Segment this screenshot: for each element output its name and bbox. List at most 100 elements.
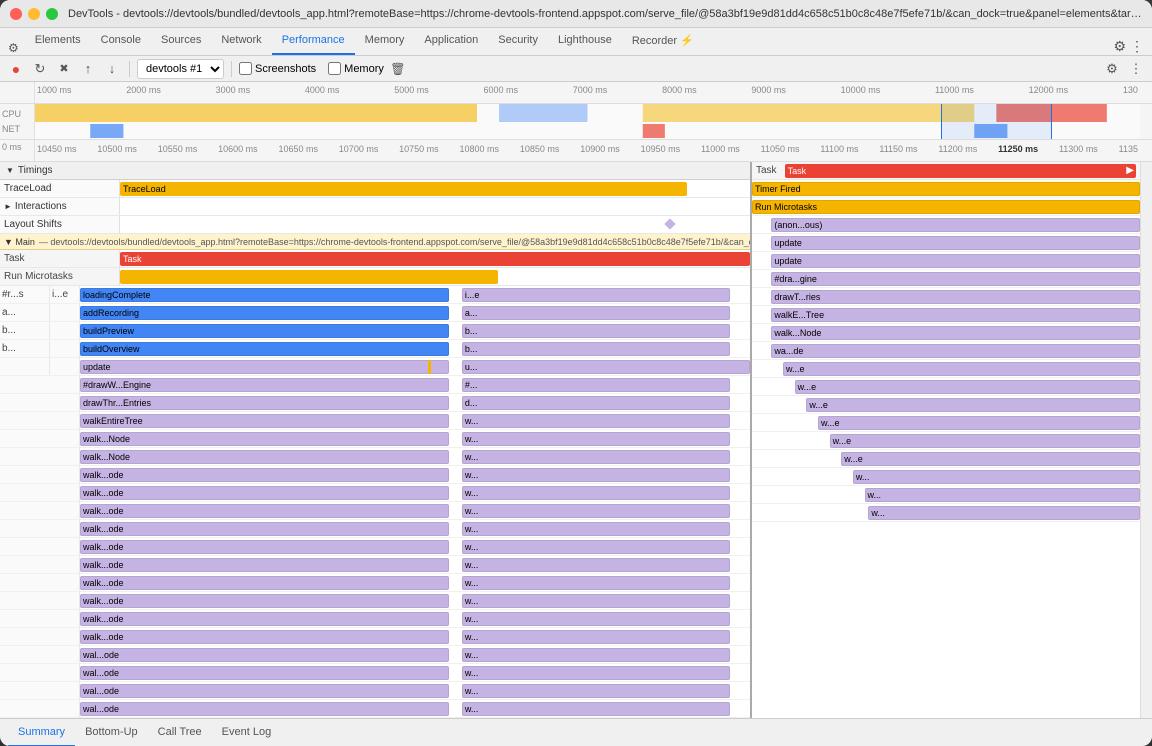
walknode2-block[interactable]: walk...Node — [80, 450, 449, 464]
reload-button[interactable]: ↻ — [30, 59, 50, 79]
w-block1[interactable]: w... — [462, 414, 730, 428]
tab-eventlog[interactable]: Event Log — [212, 719, 282, 746]
trash-button[interactable]: 🗑 — [388, 59, 408, 79]
walk-block-left-8[interactable]: walk...ode — [80, 612, 449, 626]
walk-block-right-12[interactable]: w... — [462, 684, 730, 698]
addrecording-block[interactable]: addRecording — [80, 306, 449, 320]
tab-console[interactable]: Console — [91, 27, 151, 55]
right-walk-block-7[interactable]: w... — [865, 488, 1140, 502]
flame-scroll-area[interactable]: #r...s i...e loadingComplete i...e a... … — [0, 286, 750, 718]
walk-block-right-13[interactable]: w... — [462, 702, 730, 716]
walk-block-right-7[interactable]: w... — [462, 594, 730, 608]
walk-block-right-9[interactable]: w... — [462, 630, 730, 644]
a-block[interactable]: a... — [462, 306, 730, 320]
close-button[interactable] — [10, 8, 22, 20]
walk-block-right-2[interactable]: w... — [462, 504, 730, 518]
download-button[interactable]: ↓ — [102, 59, 122, 79]
b-block1[interactable]: b... — [462, 324, 730, 338]
dragine-block[interactable]: #dra...gine — [771, 272, 1140, 286]
tab-recorder[interactable]: Recorder ⚡ — [622, 27, 704, 55]
more-button[interactable]: ⋮ — [1126, 59, 1146, 79]
buildoverview-block[interactable]: buildOverview — [80, 342, 449, 356]
walk-block-left-13[interactable]: wal...ode — [80, 702, 449, 716]
timings-section-header[interactable]: ▼ Timings — [0, 162, 750, 180]
hash-block[interactable]: #... — [462, 378, 730, 392]
tab-elements[interactable]: Elements — [25, 27, 91, 55]
upload-button[interactable]: ↑ — [78, 59, 98, 79]
selection-highlight[interactable] — [941, 104, 1052, 139]
walknode1-block[interactable]: walk...Node — [80, 432, 449, 446]
u-block[interactable]: u... — [462, 360, 750, 374]
b-block2[interactable]: b... — [462, 342, 730, 356]
walk-block-right-11[interactable]: w... — [462, 666, 730, 680]
tab-calltree[interactable]: Call Tree — [148, 719, 212, 746]
walk-block-right-5[interactable]: w... — [462, 558, 730, 572]
tab-network[interactable]: Network — [211, 27, 271, 55]
right-walk-block-5[interactable]: w...e — [841, 452, 1140, 466]
interactions-content[interactable] — [120, 198, 750, 215]
walk-block-left-3[interactable]: walk...ode — [80, 522, 449, 536]
tab-performance[interactable]: Performance — [272, 27, 355, 55]
tab-application[interactable]: Application — [414, 27, 488, 55]
more-icon[interactable]: ⋮ — [1130, 38, 1144, 55]
right-walk-block-8[interactable]: w... — [868, 506, 1140, 520]
walk-block-left-9[interactable]: walk...ode — [80, 630, 449, 644]
overview-canvas[interactable] — [35, 104, 1140, 139]
right-walktree-block[interactable]: walkE...Tree — [771, 308, 1140, 322]
walk-block-right-1[interactable]: w... — [462, 486, 730, 500]
right-walk-block-2[interactable]: w...e — [806, 398, 1140, 412]
traceload-bar[interactable]: TraceLoad — [120, 182, 687, 196]
drawentries-block[interactable]: drawThr...Entries — [80, 396, 449, 410]
right-update2-block[interactable]: update — [771, 254, 1140, 268]
target-select[interactable]: devtools #1 — [137, 59, 224, 79]
screenshots-checkbox[interactable] — [239, 62, 252, 75]
right-walk-block-6[interactable]: w... — [853, 470, 1140, 484]
ie-block[interactable]: i...e — [462, 288, 730, 302]
right-walk-block-1[interactable]: w...e — [795, 380, 1140, 394]
w-block3[interactable]: w... — [462, 450, 730, 464]
walk-block-left-10[interactable]: wal...ode — [80, 648, 449, 662]
walk-block-left-11[interactable]: wal...ode — [80, 666, 449, 680]
walk-block-left-12[interactable]: wal...ode — [80, 684, 449, 698]
memory-checkbox[interactable] — [328, 62, 341, 75]
right-walknode-block[interactable]: walk...Node — [771, 326, 1140, 340]
maximize-button[interactable] — [46, 8, 58, 20]
drawengine-block[interactable]: #drawW...Engine — [80, 378, 449, 392]
right-task-bar[interactable]: Task ▶ — [785, 164, 1136, 178]
right-microtasks-block[interactable]: Run Microtasks — [752, 200, 1140, 214]
update1-block[interactable]: update — [80, 360, 449, 374]
walk-block-left-4[interactable]: walk...ode — [80, 540, 449, 554]
layout-shifts-content[interactable] — [120, 216, 750, 233]
walk-block-left-7[interactable]: walk...ode — [80, 594, 449, 608]
right-walk-block-3[interactable]: w...e — [818, 416, 1140, 430]
devtools-icon[interactable]: ⚙ — [8, 41, 19, 55]
buildpreview-block[interactable]: buildPreview — [80, 324, 449, 338]
walk-block-left-0[interactable]: walk...ode — [80, 468, 449, 482]
right-walk-block-4[interactable]: w...e — [830, 434, 1140, 448]
walk-block-left-6[interactable]: walk...ode — [80, 576, 449, 590]
settings-icon[interactable]: ⚙ — [1113, 38, 1126, 55]
walk-block-right-3[interactable]: w... — [462, 522, 730, 536]
walk-block-right-8[interactable]: w... — [462, 612, 730, 626]
settings-button[interactable]: ⚙ — [1102, 59, 1122, 79]
right-walk-block-0[interactable]: w...e — [783, 362, 1140, 376]
tab-security[interactable]: Security — [488, 27, 548, 55]
walk-block-right-4[interactable]: w... — [462, 540, 730, 554]
right-update1-block[interactable]: update — [771, 236, 1140, 250]
walk-block-left-5[interactable]: walk...ode — [80, 558, 449, 572]
walk-block-right-0[interactable]: w... — [462, 468, 730, 482]
tab-memory[interactable]: Memory — [355, 27, 415, 55]
tab-summary[interactable]: Summary — [8, 719, 75, 746]
walk-block-right-6[interactable]: w... — [462, 576, 730, 590]
wade-block[interactable]: wa...de — [771, 344, 1140, 358]
clear-button[interactable]: ✖ — [54, 59, 74, 79]
tab-bottomup[interactable]: Bottom-Up — [75, 719, 148, 746]
record-button[interactable]: ● — [6, 59, 26, 79]
task-bar[interactable]: Task — [120, 252, 750, 266]
main-scrollbar[interactable] — [1140, 162, 1152, 718]
d-block[interactable]: d... — [462, 396, 730, 410]
timerfired-block[interactable]: Timer Fired — [752, 182, 1140, 196]
walk-block-left-1[interactable]: walk...ode — [80, 486, 449, 500]
right-flame-area[interactable]: Timer Fired Run Microtasks (anon...ous) — [752, 180, 1140, 718]
w-block2[interactable]: w... — [462, 432, 730, 446]
